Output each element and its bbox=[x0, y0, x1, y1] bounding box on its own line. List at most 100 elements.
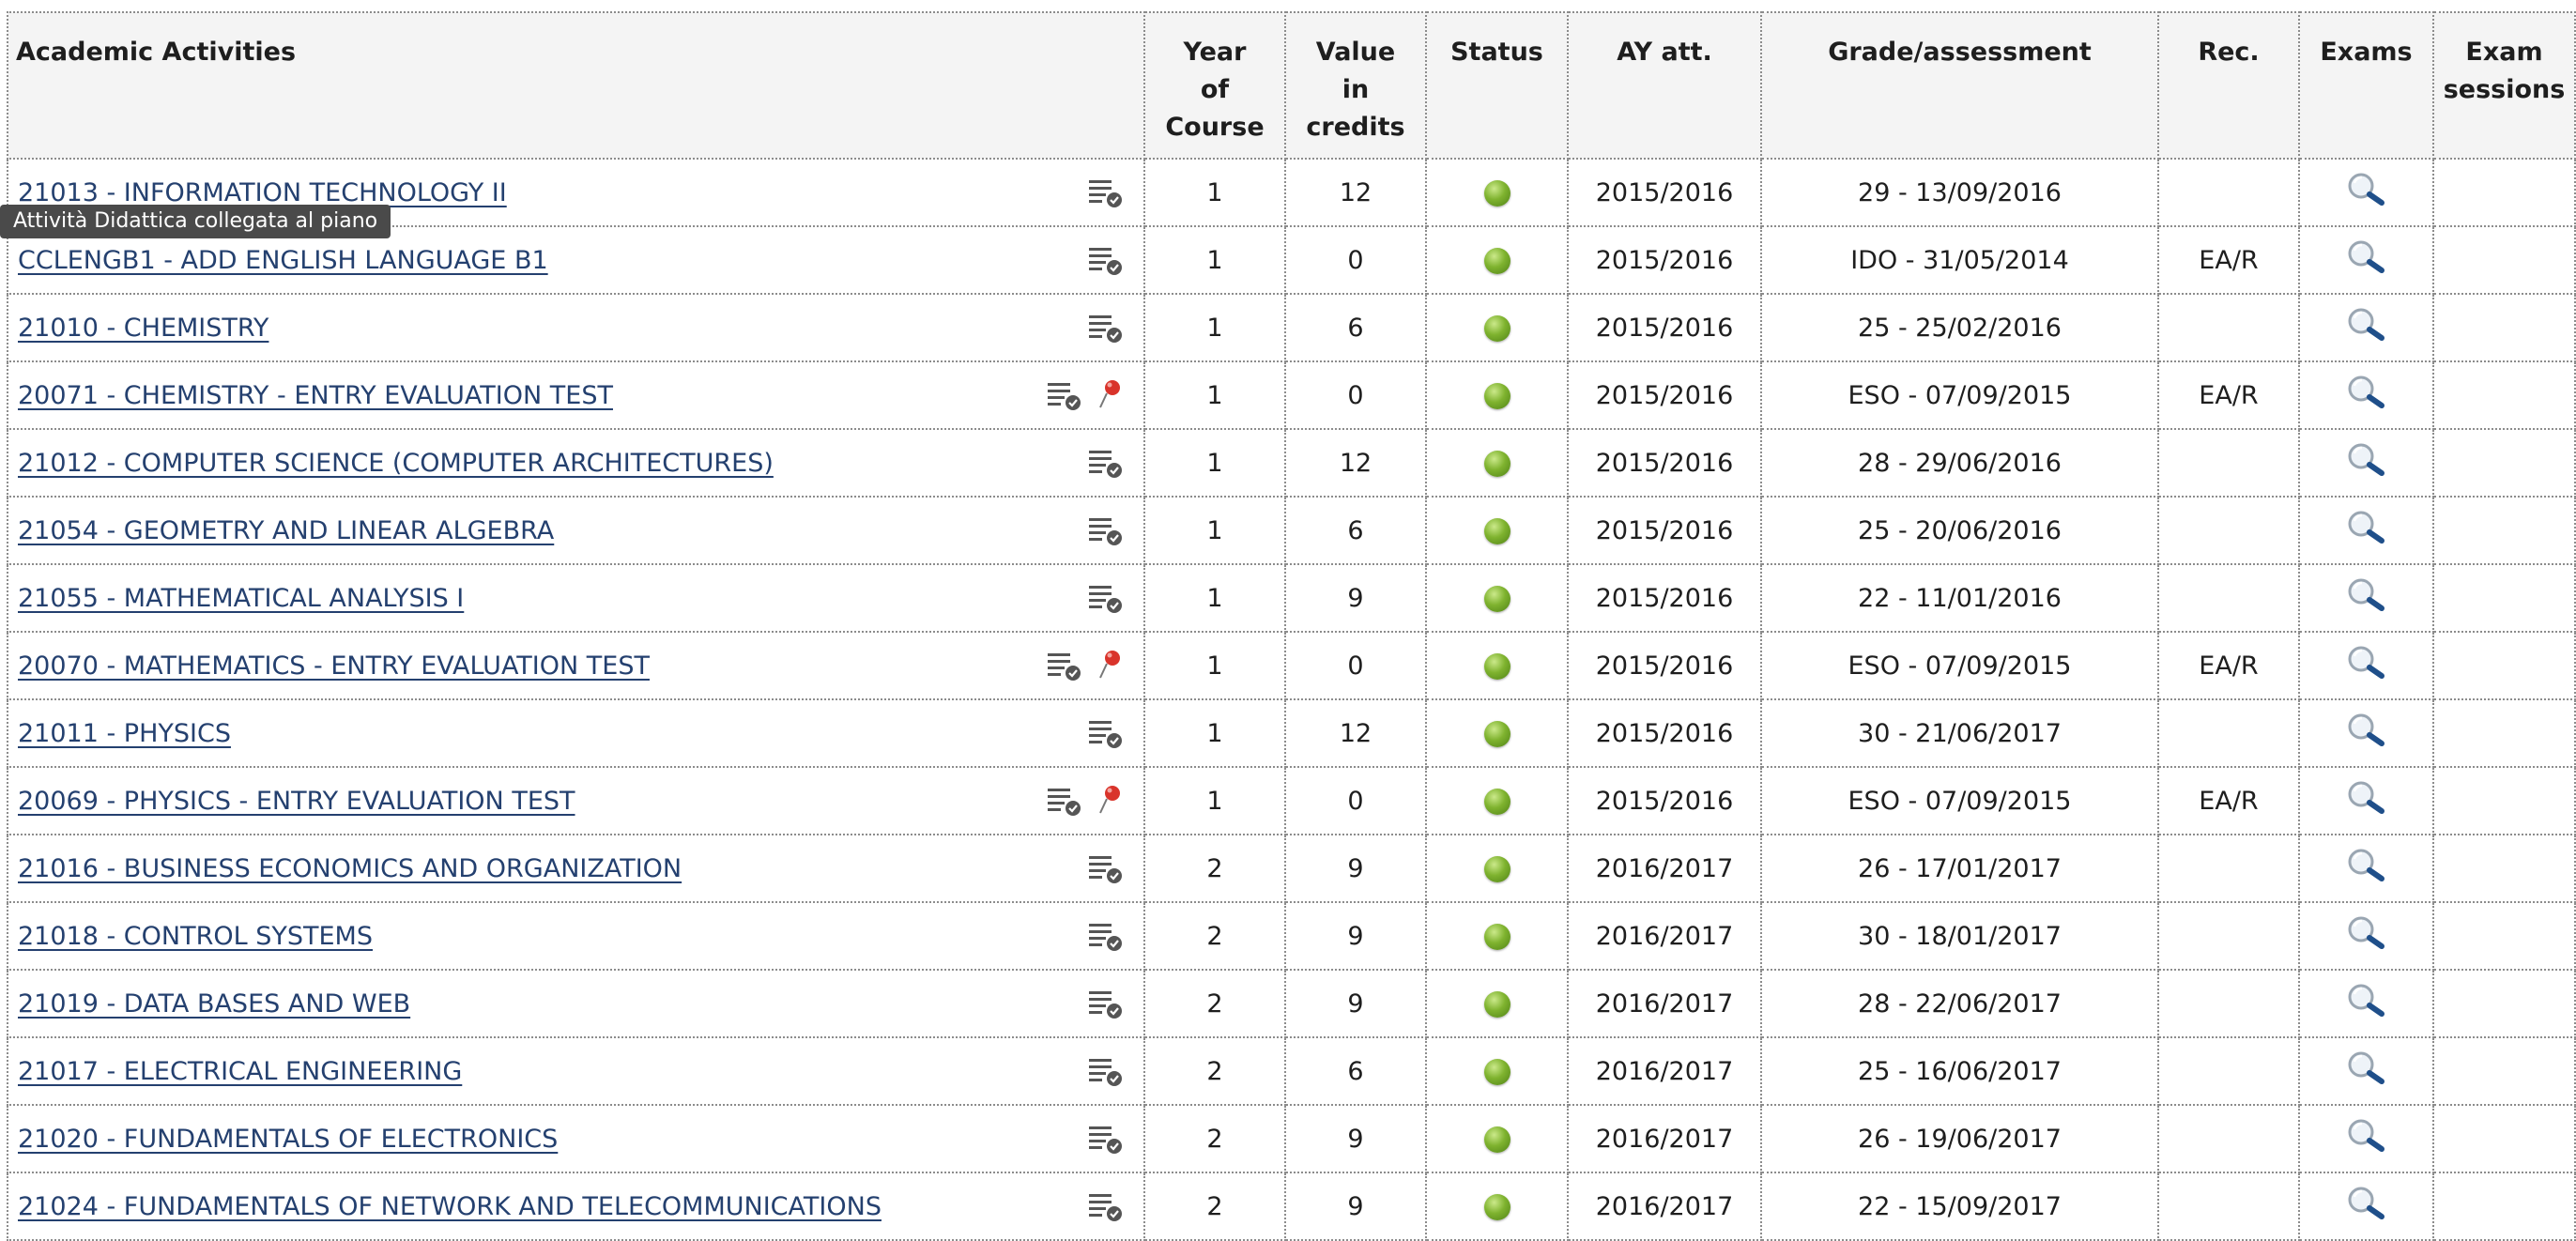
activity-link[interactable]: 21024 - FUNDAMENTALS OF NETWORK AND TELE… bbox=[18, 1192, 882, 1221]
pin-icon[interactable] bbox=[1096, 649, 1125, 682]
ay-att-cell: 2015/2016 bbox=[1567, 496, 1762, 565]
activity-link[interactable]: 21055 - MATHEMATICAL ANALYSIS I bbox=[18, 584, 464, 613]
activity-link[interactable]: 20071 - CHEMISTRY - ENTRY EVALUATION TES… bbox=[18, 381, 613, 410]
rec-cell bbox=[2157, 158, 2300, 227]
search-exams-icon[interactable] bbox=[2344, 914, 2389, 952]
activity-cell: 21018 - CONTROL SYSTEMS bbox=[7, 901, 1145, 971]
plan-list-icon[interactable] bbox=[1087, 716, 1125, 750]
search-exams-icon[interactable] bbox=[2344, 441, 2389, 479]
activity-link[interactable]: 21011 - PHYSICS bbox=[18, 719, 231, 748]
status-cell bbox=[1425, 1104, 1569, 1173]
activity-link[interactable]: 21054 - GEOMETRY AND LINEAR ALGEBRA bbox=[18, 516, 554, 545]
table-row: 21013 - INFORMATION TECHNOLOGY II 1 12 2015… bbox=[7, 158, 2576, 227]
exams-cell bbox=[2298, 969, 2434, 1038]
header-credits-line3: credits bbox=[1306, 113, 1405, 142]
table-row: 21020 - FUNDAMENTALS OF ELECTRONICS 2 9 201… bbox=[7, 1104, 2576, 1173]
search-exams-icon[interactable] bbox=[2344, 1185, 2389, 1222]
rec-cell: EA/R bbox=[2157, 766, 2300, 835]
status-passed-icon bbox=[1483, 180, 1510, 207]
search-exams-icon[interactable] bbox=[2344, 509, 2389, 546]
search-exams-icon[interactable] bbox=[2344, 1049, 2389, 1087]
search-exams-icon[interactable] bbox=[2344, 576, 2389, 614]
row-icons bbox=[1087, 243, 1125, 277]
plan-list-icon[interactable] bbox=[1046, 378, 1083, 412]
credits-cell: 9 bbox=[1284, 901, 1427, 971]
row-icons bbox=[1087, 851, 1125, 885]
search-exams-icon[interactable] bbox=[2344, 306, 2389, 344]
plan-list-icon[interactable] bbox=[1087, 851, 1125, 885]
activity-cell: 21010 - CHEMISTRY bbox=[7, 293, 1145, 362]
activity-link[interactable]: 20070 - MATHEMATICS - ENTRY EVALUATION T… bbox=[18, 651, 650, 681]
activity-link[interactable]: 21018 - CONTROL SYSTEMS bbox=[18, 922, 373, 951]
plan-list-icon[interactable] bbox=[1087, 243, 1125, 277]
ay-att-cell: 2015/2016 bbox=[1567, 293, 1762, 362]
plan-list-icon[interactable] bbox=[1046, 649, 1083, 682]
plan-list-icon[interactable] bbox=[1087, 311, 1125, 345]
ay-att-cell: 2016/2017 bbox=[1567, 969, 1762, 1038]
activity-link[interactable]: 21013 - INFORMATION TECHNOLOGY II bbox=[18, 178, 507, 207]
search-exams-icon[interactable] bbox=[2344, 644, 2389, 682]
table-row: 20071 - CHEMISTRY - ENTRY EVALUATION TES… bbox=[7, 360, 2576, 430]
table-row: 21012 - COMPUTER SCIENCE (COMPUTER ARCHI… bbox=[7, 428, 2576, 498]
year-of-course-cell: 2 bbox=[1143, 901, 1286, 971]
search-exams-icon[interactable] bbox=[2344, 374, 2389, 411]
search-exams-icon[interactable] bbox=[2344, 847, 2389, 884]
activity-link[interactable]: CCLENGB1 - ADD ENGLISH LANGUAGE B1 bbox=[18, 246, 548, 275]
activity-link[interactable]: 21010 - CHEMISTRY bbox=[18, 314, 268, 343]
search-exams-icon[interactable] bbox=[2344, 1117, 2389, 1155]
plan-list-icon[interactable] bbox=[1087, 581, 1125, 615]
rec-cell bbox=[2157, 834, 2300, 903]
activity-cell: 21019 - DATA BASES AND WEB bbox=[7, 969, 1145, 1038]
search-exams-icon[interactable] bbox=[2344, 779, 2389, 817]
row-icons bbox=[1046, 784, 1125, 818]
row-icons bbox=[1046, 378, 1125, 412]
activity-link[interactable]: 21016 - BUSINESS ECONOMICS AND ORGANIZAT… bbox=[18, 854, 682, 883]
search-exams-icon[interactable] bbox=[2344, 982, 2389, 1019]
plan-list-icon[interactable] bbox=[1087, 919, 1125, 953]
activity-link[interactable]: 21012 - COMPUTER SCIENCE (COMPUTER ARCHI… bbox=[18, 449, 774, 478]
plan-list-icon[interactable] bbox=[1087, 513, 1125, 547]
year-of-course-cell: 2 bbox=[1143, 1172, 1286, 1241]
status-passed-icon bbox=[1483, 991, 1510, 1018]
plan-list-icon[interactable] bbox=[1087, 1054, 1125, 1088]
plan-list-icon[interactable] bbox=[1087, 446, 1125, 480]
status-cell bbox=[1425, 698, 1569, 768]
exam-sessions-cell bbox=[2432, 631, 2576, 700]
search-exams-icon[interactable] bbox=[2344, 238, 2389, 276]
credits-cell: 9 bbox=[1284, 1172, 1427, 1241]
rec-cell: EA/R bbox=[2157, 225, 2300, 295]
plan-list-icon[interactable] bbox=[1087, 1189, 1125, 1223]
row-icons bbox=[1087, 987, 1125, 1020]
ay-att-cell: 2015/2016 bbox=[1567, 360, 1762, 430]
col-header-status: Status bbox=[1425, 11, 1569, 160]
activity-link[interactable]: 20069 - PHYSICS - ENTRY EVALUATION TEST bbox=[18, 787, 575, 816]
exam-sessions-cell bbox=[2432, 225, 2576, 295]
table-row: 21019 - DATA BASES AND WEB 2 9 2016/2017 28 … bbox=[7, 969, 2576, 1038]
header-credits-line2: in bbox=[1342, 75, 1370, 104]
plan-list-icon[interactable] bbox=[1087, 987, 1125, 1020]
credits-cell: 12 bbox=[1284, 428, 1427, 498]
table-row: 21018 - CONTROL SYSTEMS 2 9 2016/2017 30 - 1… bbox=[7, 901, 2576, 971]
rec-cell bbox=[2157, 1104, 2300, 1173]
table-row: 21016 - BUSINESS ECONOMICS AND ORGANIZAT… bbox=[7, 834, 2576, 903]
header-sessions-line1: Exam bbox=[2465, 38, 2543, 67]
plan-list-icon[interactable] bbox=[1087, 1122, 1125, 1156]
plan-list-icon[interactable] bbox=[1046, 784, 1083, 818]
search-exams-icon[interactable] bbox=[2344, 171, 2389, 208]
plan-list-icon[interactable] bbox=[1087, 176, 1125, 209]
activity-link[interactable]: 21017 - ELECTRICAL ENGINEERING bbox=[18, 1057, 462, 1086]
pin-icon[interactable] bbox=[1096, 378, 1125, 412]
activity-link[interactable]: 21020 - FUNDAMENTALS OF ELECTRONICS bbox=[18, 1125, 558, 1154]
activity-link[interactable]: 21019 - DATA BASES AND WEB bbox=[18, 989, 410, 1019]
status-passed-icon bbox=[1483, 653, 1510, 680]
activity-cell: 21016 - BUSINESS ECONOMICS AND ORGANIZAT… bbox=[7, 834, 1145, 903]
status-cell bbox=[1425, 360, 1569, 430]
status-cell bbox=[1425, 225, 1569, 295]
year-of-course-cell: 1 bbox=[1143, 293, 1286, 362]
row-icons bbox=[1087, 581, 1125, 615]
search-exams-icon[interactable] bbox=[2344, 712, 2389, 749]
grade-cell: 26 - 17/01/2017 bbox=[1760, 834, 2159, 903]
pin-icon[interactable] bbox=[1096, 784, 1125, 818]
grade-cell: ESO - 07/09/2015 bbox=[1760, 360, 2159, 430]
rec-cell bbox=[2157, 563, 2300, 633]
